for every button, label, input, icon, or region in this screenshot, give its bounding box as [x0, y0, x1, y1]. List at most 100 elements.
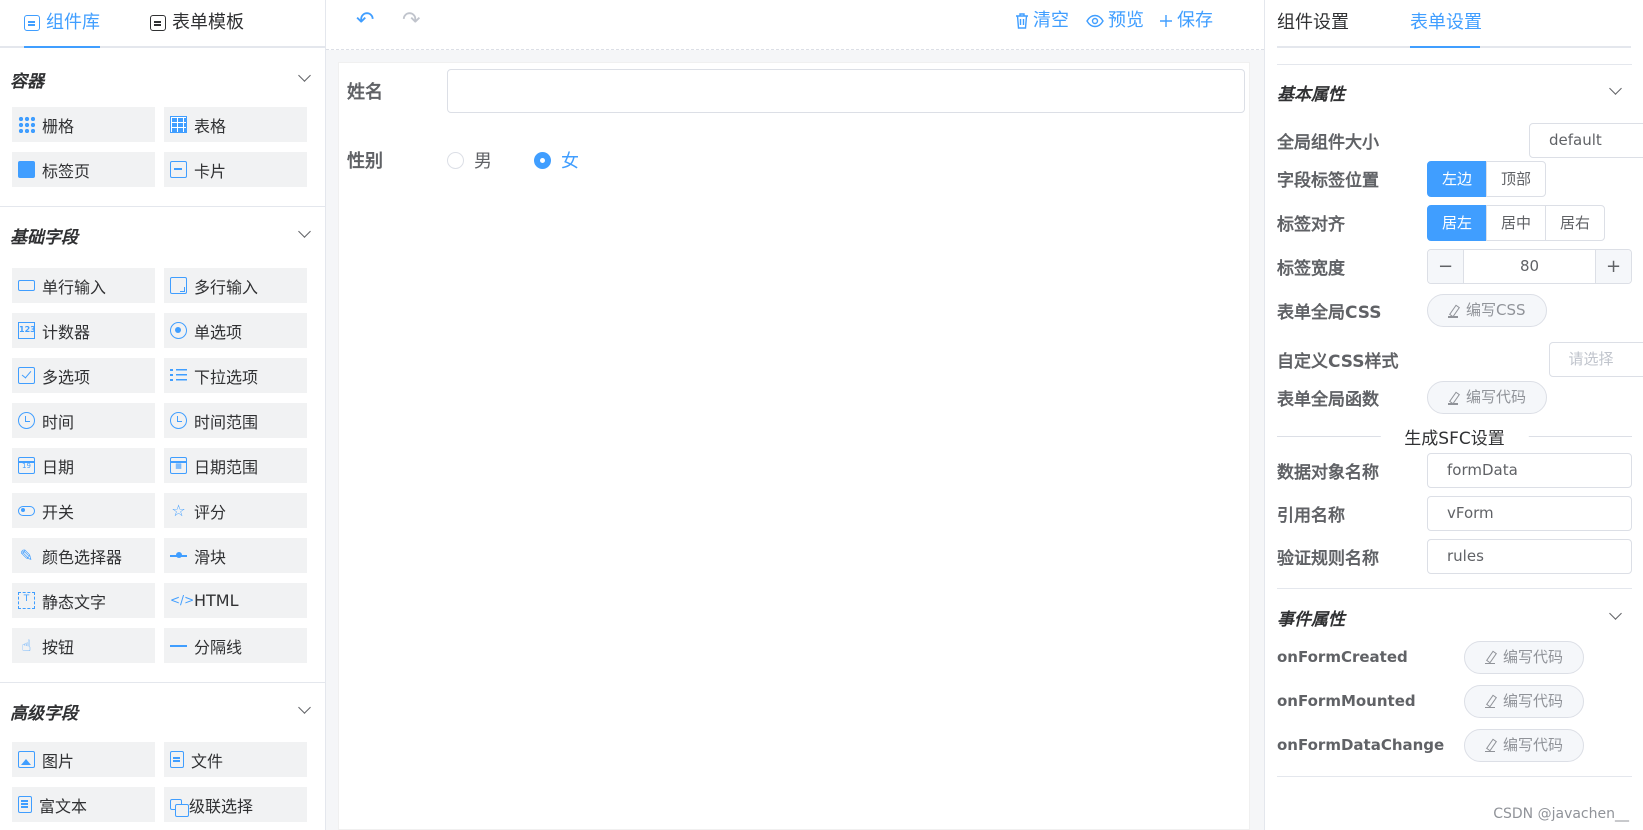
- row-custom-css: 自定义CSS样式 请选择: [1277, 342, 1643, 377]
- component-table[interactable]: 表格: [164, 107, 307, 142]
- save-button[interactable]: 保存: [1159, 8, 1213, 34]
- label-position-top[interactable]: 顶部: [1486, 160, 1547, 197]
- form-item-gender[interactable]: 性别 男 女: [339, 147, 1251, 173]
- template-icon: [150, 15, 166, 31]
- select-icon: [170, 367, 187, 384]
- label-width-stepper[interactable]: − 80 +: [1427, 249, 1632, 284]
- file-icon: [170, 751, 184, 768]
- component-rate[interactable]: ☆ 评分: [164, 493, 307, 528]
- row-global-functions: 表单全局函数 编写代码: [1277, 381, 1632, 414]
- basic-field-components: 单行输入 多行输入 123 计数器 单选项 多选项 下拉选项 时间 时间范围 19…: [0, 268, 325, 663]
- component-select[interactable]: 下拉选项: [164, 358, 307, 393]
- label-width-value[interactable]: 80: [1464, 250, 1595, 283]
- data-object-name-input[interactable]: formData: [1427, 453, 1632, 488]
- sfc-settings-divider: 生成SFC设置: [1277, 424, 1632, 449]
- edit-icon: [1485, 739, 1495, 752]
- static-text-icon: T: [18, 592, 35, 609]
- size-select[interactable]: default: [1529, 123, 1643, 158]
- basic-props-header[interactable]: 基本属性: [1277, 66, 1632, 118]
- component-checkbox[interactable]: 多选项: [12, 358, 155, 393]
- component-input[interactable]: 单行输入: [12, 268, 155, 303]
- row-global-size: 全局组件大小 default: [1277, 123, 1643, 158]
- component-time[interactable]: 时间: [12, 403, 155, 438]
- color-picker-icon: ✎: [19, 546, 34, 565]
- label-align-right[interactable]: 居右: [1545, 204, 1606, 241]
- component-tabs[interactable]: 标签页: [12, 152, 155, 187]
- component-date-range[interactable]: ▦ 日期范围: [164, 448, 307, 483]
- increment-button[interactable]: +: [1595, 250, 1631, 283]
- tab-component-library[interactable]: 组件库: [24, 0, 100, 46]
- component-cascader[interactable]: 级联选择: [164, 787, 307, 822]
- card-icon: [170, 161, 187, 178]
- component-color-picker[interactable]: ✎ 颜色选择器: [12, 538, 155, 573]
- component-grid[interactable]: 栅格: [12, 107, 155, 142]
- watermark: CSDN @javachen__: [1493, 806, 1629, 822]
- undo-button[interactable]: ↶: [356, 8, 374, 34]
- component-textarea[interactable]: 多行输入: [164, 268, 307, 303]
- edit-css-button[interactable]: 编写CSS: [1427, 294, 1547, 327]
- component-file[interactable]: 文件: [164, 742, 307, 777]
- component-switch[interactable]: 开关: [12, 493, 155, 528]
- component-date[interactable]: 19 日期: [12, 448, 155, 483]
- label-align-center[interactable]: 居中: [1486, 204, 1547, 241]
- form-designer-app: 组件库 表单模板 容器 栅格 表格 标签页 卡片 基础字段 单行输入 多行输入 …: [0, 0, 1643, 830]
- section-advanced-fields-header[interactable]: 高级字段: [0, 683, 325, 739]
- toolbar: ↶ ↷ 清空 预览 保存: [326, 0, 1264, 50]
- trash-icon: [1016, 13, 1028, 29]
- checkbox-icon: [18, 367, 35, 384]
- component-rich-text[interactable]: 富文本: [12, 787, 155, 822]
- row-on-form-data-change: onFormDataChange 编写代码: [1277, 728, 1632, 762]
- row-on-form-created: onFormCreated 编写代码: [1277, 640, 1632, 674]
- edit-icon: [1485, 695, 1495, 708]
- field-label: 姓名: [347, 82, 383, 103]
- preview-button[interactable]: 预览: [1086, 8, 1144, 34]
- component-button[interactable]: ☝ 按钮: [12, 628, 155, 663]
- edit-on-form-created-button[interactable]: 编写代码: [1464, 640, 1585, 674]
- component-radio[interactable]: 单选项: [164, 313, 307, 348]
- switch-icon: [18, 505, 35, 516]
- row-label-width: 标签宽度 − 80 +: [1277, 249, 1632, 284]
- event-props-header[interactable]: 事件属性: [1277, 591, 1632, 643]
- section-basic-fields-header[interactable]: 基础字段: [0, 207, 325, 263]
- component-slider[interactable]: 滑块: [164, 538, 307, 573]
- tab-form-settings[interactable]: 表单设置: [1410, 0, 1482, 46]
- edit-on-form-data-change-button[interactable]: 编写代码: [1464, 728, 1585, 762]
- component-card[interactable]: 卡片: [164, 152, 307, 187]
- radio-icon: [170, 322, 187, 339]
- tab-form-templates[interactable]: 表单模板: [150, 0, 244, 46]
- component-number[interactable]: 123 计数器: [12, 313, 155, 348]
- right-tabs: 组件设置 表单设置: [1277, 0, 1631, 48]
- clear-button[interactable]: 清空: [1015, 8, 1069, 34]
- label-position-left[interactable]: 左边: [1427, 160, 1488, 197]
- redo-button[interactable]: ↷: [402, 8, 420, 34]
- radio-male[interactable]: 男: [447, 147, 492, 173]
- component-time-range[interactable]: 时间范围: [164, 403, 307, 438]
- custom-css-select[interactable]: 请选择: [1548, 342, 1643, 377]
- tabs-icon: [18, 161, 35, 178]
- button-icon: ☝: [21, 636, 32, 655]
- chevron-down-icon: [1609, 607, 1622, 620]
- form-settings-content: 基本属性 全局组件大小 default 字段标签位置 左边 顶部 标签对齐 居左…: [1277, 48, 1643, 808]
- slider-icon: [170, 547, 187, 564]
- section-container-header[interactable]: 容器: [0, 51, 325, 107]
- name-input[interactable]: [447, 69, 1245, 113]
- label-align-left[interactable]: 居左: [1427, 204, 1488, 241]
- form-item-name[interactable]: 姓名: [339, 69, 1251, 113]
- component-static-text[interactable]: T 静态文字: [12, 583, 155, 618]
- edit-functions-button[interactable]: 编写代码: [1427, 381, 1548, 414]
- radio-circle: [447, 151, 464, 169]
- component-image[interactable]: 图片: [12, 742, 155, 777]
- edit-on-form-mounted-button[interactable]: 编写代码: [1464, 684, 1585, 718]
- edit-icon: [1485, 651, 1495, 664]
- component-divider[interactable]: 分隔线: [164, 628, 307, 663]
- form-canvas[interactable]: 姓名 性别 男 女: [338, 62, 1250, 830]
- radio-female[interactable]: 女: [534, 147, 579, 173]
- decrement-button[interactable]: −: [1428, 250, 1464, 283]
- ref-name-input[interactable]: vForm: [1427, 496, 1632, 531]
- component-html[interactable]: </> HTML: [164, 583, 307, 618]
- tab-component-settings[interactable]: 组件设置: [1277, 0, 1349, 46]
- radio-circle-checked: [534, 151, 551, 169]
- rules-name-input[interactable]: rules: [1427, 539, 1632, 574]
- time-range-icon: [170, 412, 187, 429]
- table-icon: [170, 116, 187, 133]
